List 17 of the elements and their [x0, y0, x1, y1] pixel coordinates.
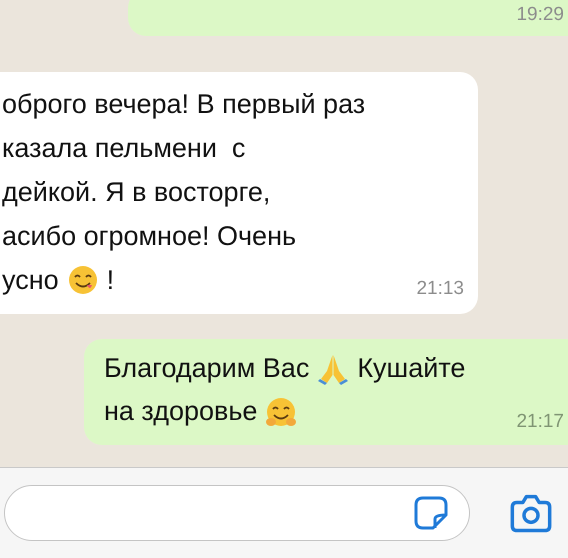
smiley-icon — [66, 264, 99, 296]
praying-hands-icon — [317, 352, 350, 384]
message-text: усно — [2, 264, 59, 297]
message-text: Кушайте — [357, 352, 466, 385]
smiley-icon — [265, 396, 298, 428]
message-text: дейкой. Я в восторге, — [2, 176, 270, 209]
message-time: 21:13 — [416, 278, 464, 300]
message-time: 21:17 — [516, 411, 564, 433]
message-text: казала пельмени с — [2, 132, 246, 165]
message-text: оброго вечера! В первый раз — [2, 88, 366, 121]
sticker-icon[interactable] — [413, 495, 449, 531]
message-text: на здоровье — [104, 395, 258, 428]
message-text: асибо огромное! Очень — [2, 220, 296, 253]
message-time: 19:29 — [516, 4, 564, 26]
message-text: ! — [106, 264, 114, 297]
message-text: Благодарим Вас — [104, 352, 310, 385]
camera-icon[interactable] — [510, 492, 552, 534]
